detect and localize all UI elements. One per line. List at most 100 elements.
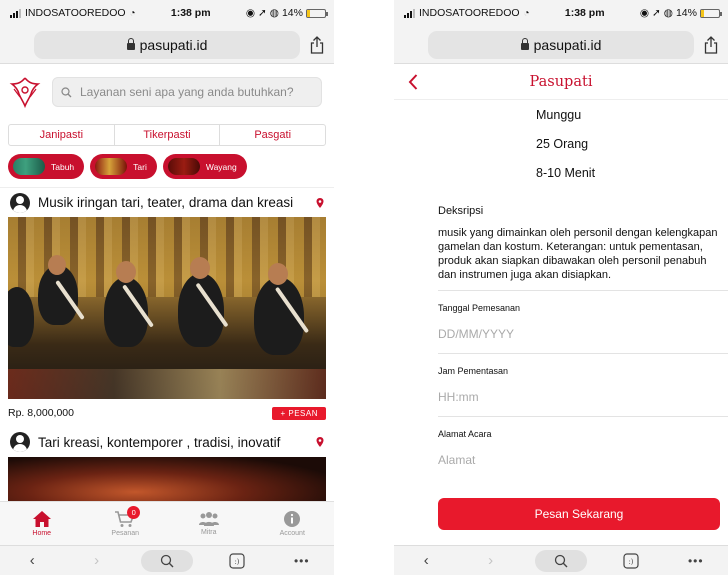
dancer-thumbnail	[95, 158, 128, 175]
page-title: Pasupati	[529, 73, 593, 90]
browser-forward-icon[interactable]: ›	[471, 550, 511, 572]
chip-tari[interactable]: Tari	[90, 154, 157, 179]
browser-search-icon[interactable]	[534, 549, 587, 572]
status-bar: INDOSATOOREDOO ◔ 1:38 pm ◉ ➚ ◍ 14%	[0, 0, 334, 26]
chip-label: Wayang	[205, 161, 237, 172]
location-icon: ➚	[257, 7, 267, 19]
rotation-lock-icon: ◉	[245, 7, 255, 19]
category-tabs: Janipasti Tikerpasti Pasgati	[8, 124, 326, 146]
avatar[interactable]	[10, 192, 30, 213]
location-pin-icon	[316, 197, 324, 208]
avatar[interactable]	[10, 432, 30, 452]
price-text: Rp. 8,000,000	[8, 407, 74, 419]
svg-text::): :)	[235, 558, 240, 566]
location-pin-icon	[316, 437, 324, 447]
time-label: Jam Pementasan	[438, 366, 509, 376]
puppet-thumbnail	[167, 158, 200, 175]
pasupati-logo[interactable]	[8, 75, 42, 109]
lock-icon	[126, 37, 135, 50]
home-icon	[32, 511, 51, 527]
signal-icon	[404, 8, 415, 18]
browser-toolbar: ‹ › :) •••	[0, 545, 334, 575]
lock-icon	[520, 37, 529, 50]
drum-thumbnail	[13, 158, 45, 175]
chip-label: Tabuh	[51, 161, 75, 172]
browser-menu-icon[interactable]: •••	[676, 550, 716, 572]
url-field[interactable]: pasupati.id	[428, 30, 694, 59]
url-field[interactable]: pasupati.id	[34, 30, 300, 59]
description-text: musik yang dimainkan oleh personil denga…	[438, 227, 718, 281]
status-time: 1:38 pm	[564, 7, 605, 19]
detail-header: Pasupati	[394, 64, 728, 100]
status-bar: INDOSATOOREDOO ◔ 1:38 pm ◉ ➚ ◍ 14%	[394, 0, 728, 26]
people-icon	[198, 512, 219, 526]
svg-text::): :)	[629, 558, 634, 566]
search-icon	[61, 86, 72, 97]
browser-toolbar: ‹ › :) •••	[394, 545, 728, 575]
browser-tabs-icon[interactable]: :)	[217, 550, 257, 572]
nav-pesanan[interactable]: 0 Pesanan	[84, 502, 168, 545]
battery-icon	[699, 8, 722, 18]
price-row: Rp. 8,000,000 + PESAN	[0, 399, 334, 427]
post-title[interactable]: Musik iringan tari, teater, drama dan kr…	[38, 195, 308, 210]
detail-duration: 8-10 Menit	[536, 165, 596, 180]
battery-percent: 14%	[281, 7, 303, 19]
browser-forward-icon[interactable]: ›	[77, 550, 117, 572]
app-header: Layanan seni apa yang anda butuhkan?	[0, 64, 334, 120]
status-time: 1:38 pm	[170, 7, 211, 19]
carrier-name: INDOSATOOREDOO	[25, 7, 126, 19]
description-label: Deksripsi	[438, 205, 484, 217]
browser-search-icon[interactable]	[140, 549, 193, 572]
browser-tabs-icon[interactable]: :)	[611, 550, 651, 572]
battery-percent: 14%	[675, 7, 697, 19]
address-label: Alamat Acara	[438, 429, 492, 439]
post-title[interactable]: Tari kreasi, kontemporer , tradisi, inov…	[38, 435, 308, 450]
time-input[interactable]	[438, 390, 728, 404]
battery-icon	[305, 8, 328, 18]
post-photo-dance[interactable]	[8, 457, 326, 507]
rotation-lock-icon: ◉	[639, 7, 649, 19]
service-details: Munggu 25 Orang 8-10 Menit	[394, 100, 728, 187]
browser-url-bar: pasupati.id	[0, 26, 334, 64]
home-screen: INDOSATOOREDOO ◔ 1:38 pm ◉ ➚ ◍ 14% pasup…	[0, 0, 334, 575]
nav-account[interactable]: Account	[251, 502, 335, 545]
detail-location: Munggu	[536, 107, 582, 122]
share-icon[interactable]	[702, 35, 720, 55]
nav-mitra[interactable]: Mitra	[167, 502, 251, 545]
browser-back-icon[interactable]: ‹	[12, 550, 52, 572]
category-chips: Tabuh Tari Wayang	[0, 146, 334, 187]
carrier-name: INDOSATOOREDOO	[419, 7, 520, 19]
post-header: Musik iringan tari, teater, drama dan kr…	[0, 187, 334, 217]
order-button[interactable]: + PESAN	[272, 406, 326, 420]
back-icon[interactable]	[404, 73, 422, 91]
date-input[interactable]	[438, 327, 728, 341]
wifi-icon: ◔	[523, 7, 530, 19]
cart-badge: 0	[127, 506, 141, 519]
location-icon: ➚	[651, 7, 661, 19]
browser-back-icon[interactable]: ‹	[406, 550, 446, 572]
detail-people: 25 Orang	[536, 136, 589, 151]
chip-label: Tari	[133, 161, 147, 172]
date-label: Tanggal Pemesanan	[438, 303, 521, 313]
tab-janipasti[interactable]: Janipasti	[9, 125, 115, 145]
tab-pasgati[interactable]: Pasgati	[220, 125, 325, 145]
search-bar[interactable]: Layanan seni apa yang anda butuhkan?	[52, 77, 322, 107]
tab-tikerpasti[interactable]: Tikerpasti	[115, 125, 221, 145]
nav-label: Account	[279, 530, 305, 537]
nav-label: Mitra	[200, 529, 217, 536]
url-domain: pasupati.id	[139, 36, 208, 53]
order-now-button[interactable]: Pesan Sekarang	[438, 498, 720, 530]
chip-wayang[interactable]: Wayang	[162, 154, 247, 179]
nav-home[interactable]: Home	[0, 502, 84, 545]
chip-tabuh[interactable]: Tabuh	[8, 154, 85, 179]
signal-icon	[10, 8, 21, 18]
order-detail-screen: INDOSATOOREDOO ◔ 1:38 pm ◉ ➚ ◍ 14% pasup…	[394, 0, 728, 575]
post-photo-gamelan[interactable]	[8, 217, 326, 399]
address-input[interactable]	[438, 453, 728, 467]
alarm-icon: ◍	[663, 7, 673, 19]
share-icon[interactable]	[308, 35, 326, 55]
alarm-icon: ◍	[269, 7, 279, 19]
wifi-icon: ◔	[129, 7, 136, 19]
browser-url-bar: pasupati.id	[394, 26, 728, 64]
browser-menu-icon[interactable]: •••	[282, 550, 322, 572]
